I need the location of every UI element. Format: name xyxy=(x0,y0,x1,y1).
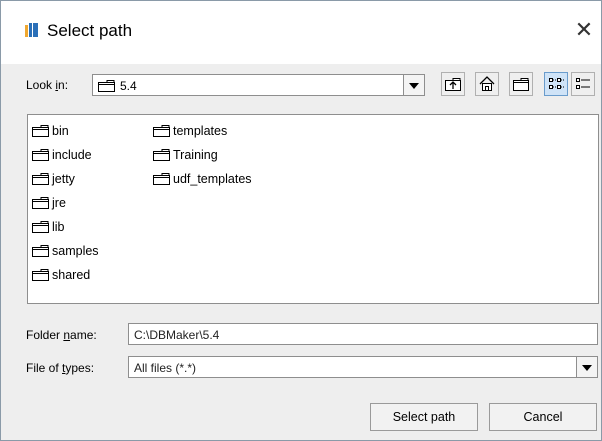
folder-name-label: Folder name: xyxy=(26,328,97,342)
folder-icon xyxy=(32,149,49,161)
folder-icon xyxy=(32,173,49,185)
chevron-down-icon[interactable] xyxy=(403,75,424,95)
list-item-label: samples xyxy=(52,244,99,258)
new-folder-icon xyxy=(513,78,529,91)
folder-icon xyxy=(153,173,170,185)
file-types-label: File of types: xyxy=(26,361,95,375)
folder-icon xyxy=(153,125,170,137)
look-in-combo[interactable]: 5.4 xyxy=(92,74,425,96)
list-view-icon xyxy=(549,78,564,89)
list-item-label: Training xyxy=(173,148,218,162)
list-item-label: templates xyxy=(173,124,228,138)
folder-name-value: C:\DBMaker\5.4 xyxy=(134,328,220,342)
folder-icon xyxy=(32,197,49,209)
home-button[interactable] xyxy=(475,72,499,96)
list-item-label: jetty xyxy=(52,172,75,186)
folder-icon xyxy=(153,149,170,161)
chevron-down-icon[interactable] xyxy=(576,357,597,377)
list-item-label: udf_templates xyxy=(173,172,252,186)
file-types-select[interactable]: All files (*.*) xyxy=(128,356,598,378)
list-item-label: bin xyxy=(52,124,69,138)
up-folder-icon xyxy=(445,78,461,91)
list-item-label: jre xyxy=(52,196,66,210)
file-types-value: All files (*.*) xyxy=(134,361,197,375)
list-item-label: shared xyxy=(52,268,91,282)
list-view-button[interactable] xyxy=(544,72,568,96)
book-icon xyxy=(25,23,38,37)
look-in-value: 5.4 xyxy=(120,79,137,93)
window-title: Select path xyxy=(47,21,133,40)
up-one-level-button[interactable] xyxy=(441,72,465,96)
close-icon[interactable]: ✕ xyxy=(573,20,595,42)
select-path-dialog: Select path ✕ Look in: 5.4 bin include j… xyxy=(0,0,602,441)
cancel-button[interactable]: Cancel xyxy=(489,403,597,431)
list-item-label: include xyxy=(52,148,92,162)
list-item-label: lib xyxy=(52,220,65,234)
details-view-icon xyxy=(576,78,590,89)
new-folder-button[interactable] xyxy=(509,72,533,96)
title-bar: Select path ✕ xyxy=(1,1,601,64)
select-path-button[interactable]: Select path xyxy=(370,403,478,431)
folder-icon xyxy=(98,80,115,92)
folder-icon xyxy=(32,269,49,281)
folder-icon xyxy=(32,125,49,137)
file-list[interactable]: bin include jetty jre lib samples shared templ… xyxy=(27,114,599,304)
folder-name-input[interactable]: C:\DBMaker\5.4 xyxy=(128,323,598,345)
folder-icon xyxy=(32,245,49,257)
home-icon xyxy=(479,76,495,91)
details-view-button[interactable] xyxy=(571,72,595,96)
folder-icon xyxy=(32,221,49,233)
look-in-label: Look in: xyxy=(26,78,69,92)
